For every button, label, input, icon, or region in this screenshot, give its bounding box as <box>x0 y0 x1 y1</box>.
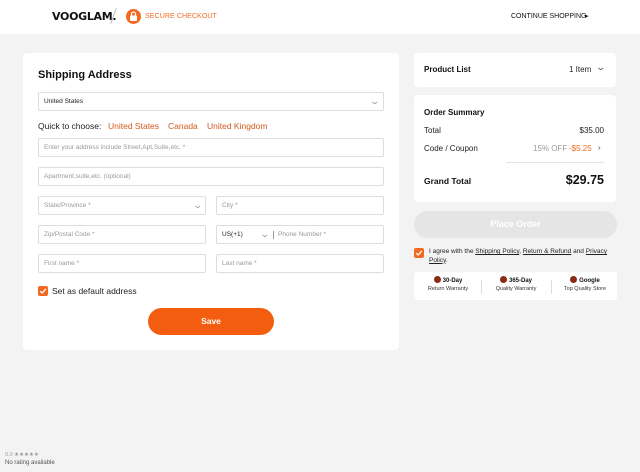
warranty-badges: 30-Day Return Warranty 365-Day Quality W… <box>414 272 617 300</box>
continue-shopping-link[interactable]: CONTINUE SHOPPING <box>511 13 586 20</box>
phone-number-input[interactable]: Phone Number * <box>278 231 326 238</box>
city-input[interactable]: City * <box>216 196 384 215</box>
apartment-placeholder: Apartment,suite,etc. (optional) <box>44 173 131 180</box>
return-warranty-badge: 30-Day Return Warranty <box>424 276 472 292</box>
state-select[interactable]: State/Province * ⌄ <box>38 196 206 215</box>
save-button[interactable]: Save <box>148 308 274 335</box>
badge-title: Google <box>579 278 600 284</box>
chevron-down-icon: ⌄ <box>192 200 204 210</box>
return-refund-link[interactable]: Return & Refund <box>523 248 571 255</box>
phone-country-code[interactable]: US(+1) <box>222 231 243 238</box>
phone-separator <box>273 231 274 239</box>
zip-input[interactable]: Zip/Postal Code * <box>38 225 206 244</box>
lock-icon <box>126 9 141 24</box>
last-name-input[interactable]: Last name * <box>216 254 384 273</box>
total-label: Total <box>424 126 441 135</box>
coupon-percent-off: 15% OFF <box>533 144 568 153</box>
quick-choose-label: Quick to choose: <box>38 121 102 131</box>
badge-subtitle: Top Quality Store <box>563 286 607 292</box>
rating-text: No rating available <box>5 460 55 466</box>
badge-title: 30-Day <box>442 278 463 284</box>
city-placeholder: City * <box>222 202 238 209</box>
chevron-right-icon[interactable]: ▸ <box>585 12 589 20</box>
country-select-value: United States <box>44 98 84 105</box>
summary-divider <box>506 162 604 163</box>
agree-policy-checkbox[interactable] <box>414 248 424 258</box>
star-icon <box>570 276 578 283</box>
grand-total-label: Grand Total <box>424 176 472 186</box>
google-store-badge: Google Top Quality Store <box>558 276 612 292</box>
first-name-input[interactable]: First name * <box>38 254 206 273</box>
quick-choose-united-kingdom[interactable]: United Kingdom <box>207 121 267 131</box>
check-icon <box>39 288 47 294</box>
default-address-label[interactable]: Set as default address <box>52 286 137 296</box>
last-name-placeholder: Last name * <box>222 260 257 267</box>
badge-subtitle: Return Warranty <box>427 286 469 292</box>
shield-icon <box>499 276 507 283</box>
badge-title: 365-Day <box>508 278 532 284</box>
checkout-header: VOOGLAM. SECURE CHECKOUT CONTINUE SHOPPI… <box>0 0 640 34</box>
shipping-policy-link[interactable]: Shipping Policy <box>475 248 519 255</box>
coupon-discount-value: -$5.25 <box>569 144 592 153</box>
shipping-address-card: Shipping Address United States ⌄ Quick t… <box>23 53 399 350</box>
agreement-and: and <box>571 248 586 255</box>
grand-total-value: $29.75 <box>565 173 604 187</box>
first-name-placeholder: First name * <box>44 260 80 267</box>
product-list-count: 1 Item <box>569 65 592 74</box>
product-list-card[interactable]: Product List 1 Item ⌄ <box>414 53 616 87</box>
rating-score: 0.0 ★★★★★ <box>5 452 39 458</box>
order-summary-card: Order Summary Total $35.00 Code / Coupon… <box>414 95 616 202</box>
order-summary-title: Order Summary <box>424 108 485 117</box>
place-order-button[interactable]: Place Order <box>414 211 617 238</box>
return-icon <box>433 276 441 283</box>
quick-choose-united-states[interactable]: United States <box>108 121 159 131</box>
brand-logo[interactable]: VOOGLAM. <box>52 10 117 23</box>
check-icon <box>415 250 423 256</box>
phone-field: US(+1) ⌄ Phone Number * <box>216 225 384 244</box>
quick-choose-canada[interactable]: Canada <box>168 121 198 131</box>
badge-divider <box>551 280 552 294</box>
chevron-down-icon: ⌄ <box>369 96 381 106</box>
country-select[interactable]: United States ⌄ <box>38 92 384 111</box>
address-input[interactable]: Enter your address include Street,Apt,Su… <box>38 138 384 157</box>
secure-checkout-label: SECURE CHECKOUT <box>145 13 217 20</box>
agreement-text: I agree with the Shipping Policy, Return… <box>429 248 619 265</box>
default-address-checkbox[interactable] <box>38 286 48 296</box>
chevron-down-icon[interactable]: ⌄ <box>595 62 606 73</box>
total-value: $35.00 <box>579 126 604 135</box>
badge-subtitle: Quality Warranty <box>495 286 537 292</box>
badge-divider <box>481 280 482 294</box>
agreement-suffix: . <box>445 256 448 264</box>
coupon-label[interactable]: Code / Coupon <box>424 144 478 153</box>
agreement-prefix: I agree with the <box>429 248 476 255</box>
zip-placeholder: Zip/Postal Code * <box>44 231 95 238</box>
chevron-down-icon[interactable]: ⌄ <box>259 229 270 240</box>
product-list-title: Product List <box>424 65 471 74</box>
chevron-right-icon[interactable]: › <box>598 143 601 152</box>
quality-warranty-badge: 365-Day Quality Warranty <box>490 276 542 292</box>
address-placeholder: Enter your address include Street,Apt,Su… <box>44 144 186 151</box>
state-placeholder: State/Province * <box>44 202 91 209</box>
apartment-input[interactable]: Apartment,suite,etc. (optional) <box>38 167 384 186</box>
shipping-address-title: Shipping Address <box>38 69 132 81</box>
